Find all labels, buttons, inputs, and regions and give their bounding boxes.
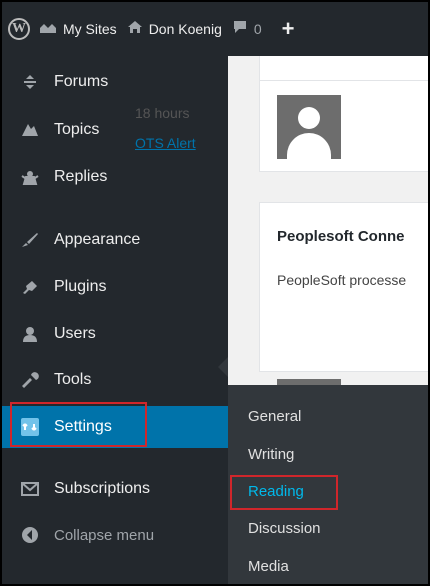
content-card-top [259, 56, 428, 82]
settings-highlight-box [10, 402, 147, 447]
my-sites-label: My Sites [63, 21, 117, 37]
comments-menu[interactable]: 0 [227, 2, 267, 56]
site-name-menu[interactable]: Don Koenig [122, 2, 227, 56]
users-icon [20, 324, 40, 344]
post-title[interactable]: Peoplesoft Conne [277, 228, 405, 245]
avatar-head [298, 107, 320, 129]
collapse-menu-button[interactable]: Collapse menu [2, 514, 228, 556]
sidebar-item-label: Topics [54, 121, 100, 138]
avatar-body [287, 133, 331, 159]
new-content-menu[interactable]: + [267, 2, 300, 56]
sidebar-item-subscriptions[interactable]: Subscriptions [2, 468, 228, 510]
plugins-icon [20, 277, 40, 297]
sidebar-item-label: Forums [54, 73, 109, 90]
forums-icon [20, 72, 40, 92]
submenu-item-writing[interactable]: Writing [248, 446, 294, 463]
home-icon [127, 20, 143, 39]
sidebar-item-label: Plugins [54, 278, 107, 295]
topics-icon [20, 120, 40, 140]
sidebar-item-forums[interactable]: Forums [2, 61, 228, 103]
comment-count: 0 [253, 21, 262, 37]
submenu-item-discussion[interactable]: Discussion [248, 520, 321, 537]
sidebar-item-replies[interactable]: Replies [2, 156, 228, 198]
sidebar-item-users[interactable]: Users [2, 313, 228, 355]
collapse-arrow-icon [20, 525, 40, 545]
submenu-pointer [218, 357, 228, 377]
submenu-item-general[interactable]: General [248, 408, 301, 425]
screenshot-frame: W My Sites Don Koenig 0 + Forums Topics … [2, 2, 428, 584]
activity-link[interactable]: OTS Alert [135, 135, 196, 151]
sidebar-item-label: Replies [54, 168, 108, 185]
submenu-item-media[interactable]: Media [248, 558, 289, 575]
replies-icon [20, 167, 40, 187]
sidebar-item-label: Users [54, 325, 96, 342]
tools-icon [20, 370, 40, 390]
sidebar-item-appearance[interactable]: Appearance [2, 219, 228, 261]
reading-highlight-box [230, 475, 338, 510]
my-sites-icon [39, 20, 57, 39]
wordpress-logo-icon[interactable]: W [8, 18, 30, 40]
post-excerpt: PeopleSoft processe [277, 272, 407, 288]
admin-bar: W My Sites Don Koenig 0 + [2, 2, 428, 56]
site-name-label: Don Koenig [148, 21, 222, 37]
sidebar-item-label: Subscriptions [54, 480, 151, 497]
sidebar-item-label: Appearance [54, 231, 141, 248]
sidebar-item-label: Tools [54, 371, 92, 388]
appearance-icon [20, 230, 40, 250]
envelope-icon [20, 479, 40, 499]
plus-icon: + [281, 16, 295, 41]
comment-bubble-icon [232, 20, 248, 38]
my-sites-menu[interactable]: My Sites [34, 2, 122, 56]
sidebar-item-tools[interactable]: Tools [2, 359, 228, 401]
sidebar-item-plugins[interactable]: Plugins [2, 266, 228, 308]
activity-time: 18 hours [135, 105, 190, 121]
avatar [277, 95, 341, 159]
collapse-menu-label: Collapse menu [54, 526, 155, 544]
